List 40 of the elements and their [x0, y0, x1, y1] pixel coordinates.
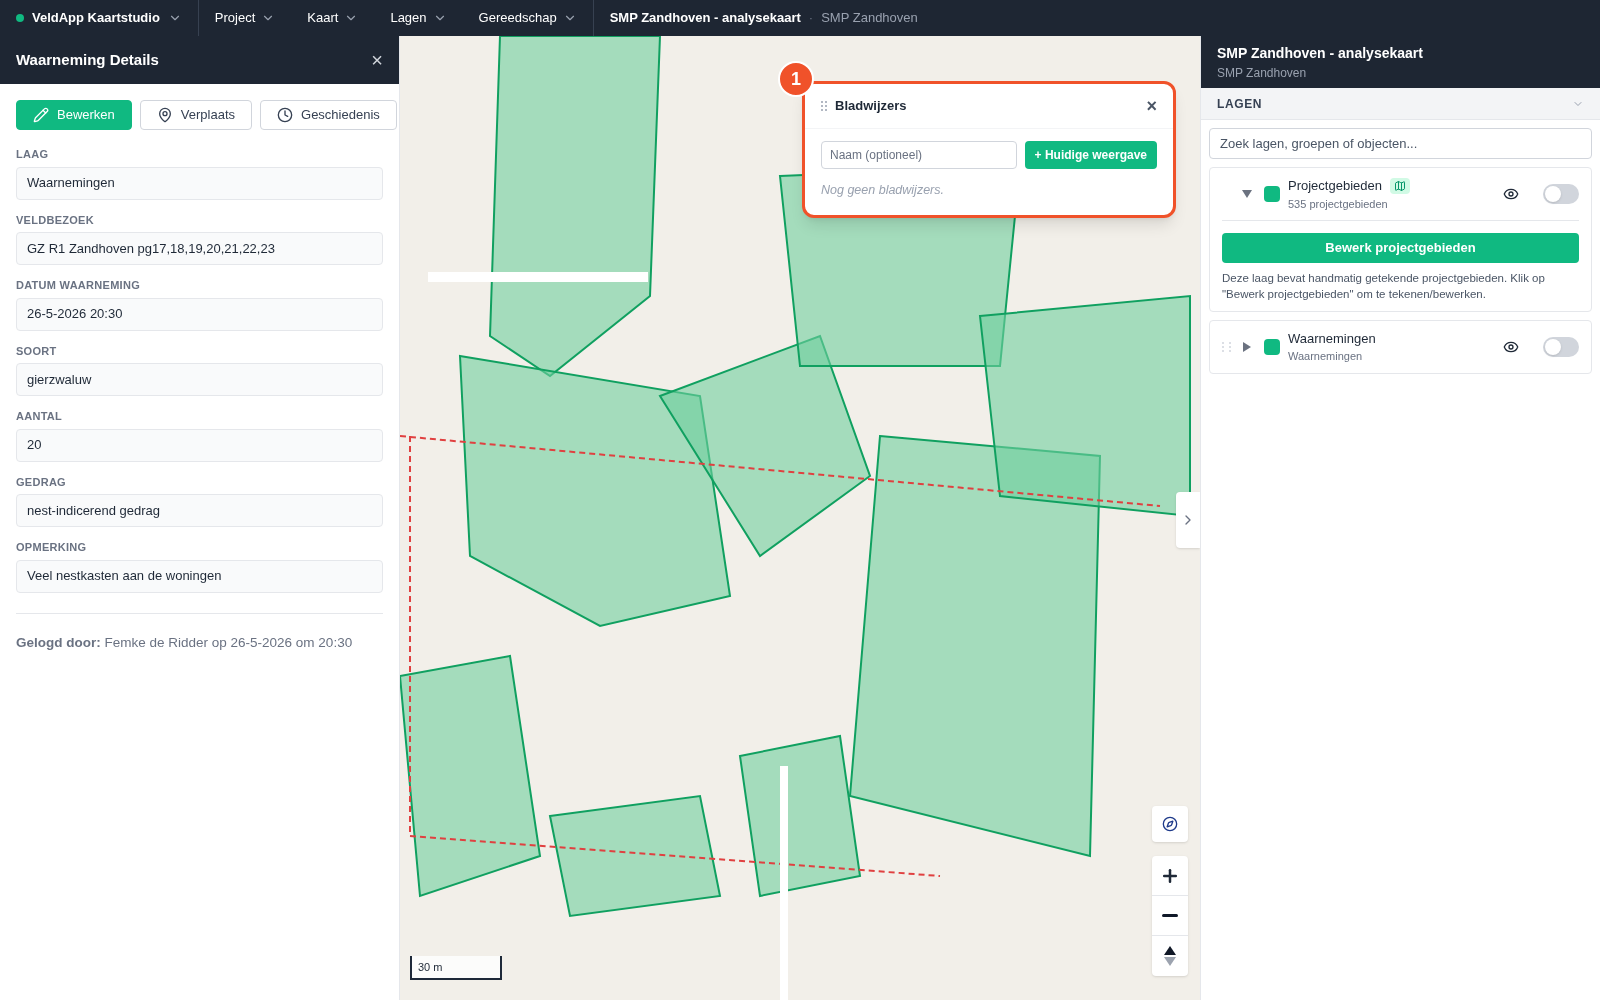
field-label: LAAG: [16, 147, 50, 162]
layer-meta: 535 projectgebieden: [1288, 196, 1389, 212]
section-title: LAGEN: [1217, 95, 1262, 113]
field-label: AANTAL: [16, 409, 64, 424]
close-button[interactable]: ×: [371, 46, 383, 74]
field-value[interactable]: 26-5-2026 20:30: [16, 297, 383, 331]
close-button[interactable]: ×: [1146, 96, 1157, 115]
map-title: SMP Zandhoven - analysekaart: [609, 9, 801, 28]
empty-message: Nog geen bladwijzers.: [821, 181, 945, 199]
field-label: VELDBEZOEK: [16, 212, 95, 228]
bookmark-name-field[interactable]: Naam (optioneel): [821, 140, 1017, 169]
menu-item[interactable]: Lagen: [374, 0, 463, 36]
action-button[interactable]: Verplaats: [139, 100, 252, 130]
panel-title: SMP Zandhoven - analysekaart: [1217, 43, 1424, 63]
field-value[interactable]: 20: [16, 428, 383, 462]
scale-bar: 30 m: [410, 956, 502, 980]
panel-subtitle: SMP Zandhoven: [1217, 64, 1308, 82]
field-value[interactable]: GZ R1 Zandhoven pg17,18,19,20,21,22,23: [16, 232, 383, 265]
layer-name: Projectgebieden: [1288, 177, 1382, 195]
action-button[interactable]: Geschiedenis: [260, 100, 397, 130]
menu-item[interactable]: Gereedschap: [462, 0, 593, 36]
field-value[interactable]: Veel nestkasten aan de woningen: [16, 559, 383, 593]
field-label: DATUM WAARNEMING: [16, 278, 141, 293]
popup-title: Bladwijzers: [835, 97, 907, 115]
logged-by-text: Gelogd door: Femke de Ridder op 26-5-2026 om 20:30: [16, 634, 353, 650]
layer-name: Waarnemingen: [1288, 329, 1376, 348]
separator: ·: [808, 9, 814, 28]
field-value[interactable]: nest-indicerend gedrag: [16, 494, 383, 527]
field-label: SOORT: [16, 343, 58, 359]
menu-item[interactable]: Project: [198, 0, 292, 36]
layer-meta: Waarnemingen: [1288, 349, 1364, 365]
layer-note: Deze laag bevat handmatig getekende projectgebieden. Klik op "Bewerk projectgebieden" om te tekenen/bewerken.: [1222, 271, 1546, 302]
panel-title: Waarneming Details: [16, 49, 159, 70]
field-value[interactable]: Waarnemingen: [16, 166, 383, 200]
field-label: OPMERKING: [16, 540, 88, 555]
field-label: GEDRAG: [16, 474, 67, 490]
menu-item[interactable]: Kaart: [291, 0, 375, 36]
map-subtitle: SMP Zandhoven: [821, 9, 918, 28]
layer-search-field[interactable]: Zoek lagen, groepen of objecten...: [1209, 128, 1592, 159]
field-value[interactable]: gierzwaluw: [16, 363, 383, 396]
